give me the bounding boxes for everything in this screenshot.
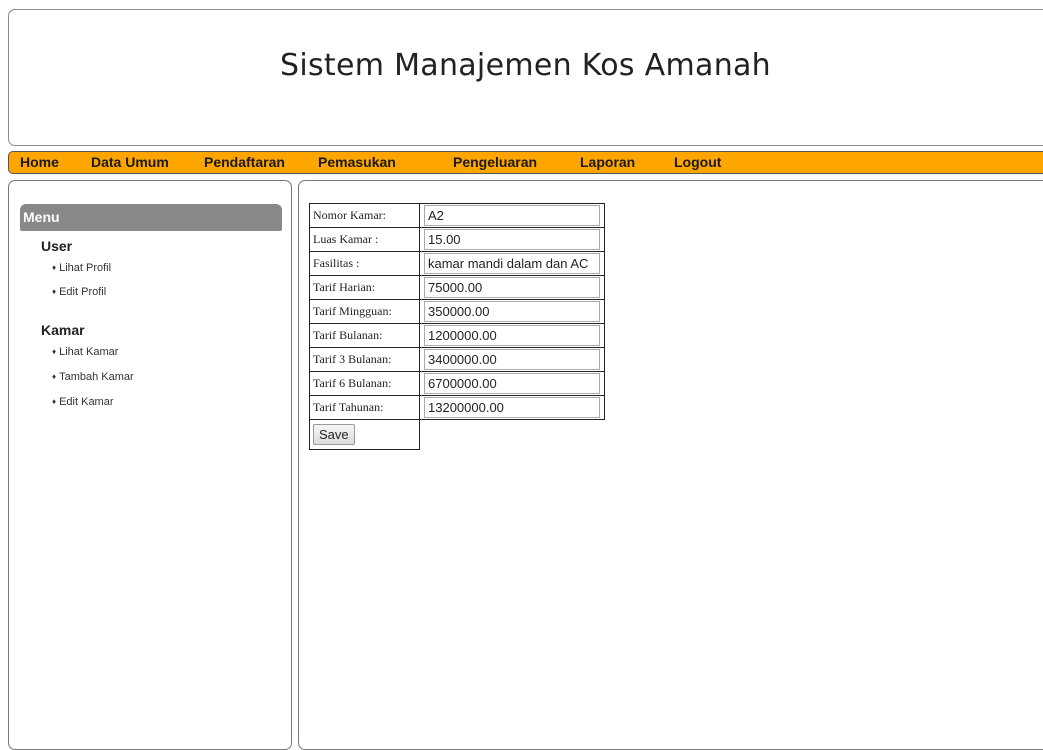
nav-pemasukan[interactable]: Pemasukan bbox=[318, 154, 396, 170]
bullet-icon: ♦ bbox=[52, 263, 57, 272]
field-label: Tarif Harian: bbox=[309, 275, 420, 300]
nomor-kamar-input[interactable] bbox=[424, 205, 600, 226]
tarif-harian-input[interactable] bbox=[424, 277, 600, 298]
nav-logout[interactable]: Logout bbox=[674, 154, 721, 170]
sidebar-item-label: Tambah Kamar bbox=[59, 371, 134, 383]
sidebar-item-lihat-kamar[interactable]: ♦ Lihat Kamar bbox=[52, 346, 118, 358]
field-label: Tarif 3 Bulanan: bbox=[309, 347, 420, 372]
sidebar-item-edit-kamar[interactable]: ♦ Edit Kamar bbox=[52, 396, 114, 408]
field-label: Tarif Tahunan: bbox=[309, 395, 420, 420]
tarif-6-bulanan-input[interactable] bbox=[424, 373, 600, 394]
field-label: Tarif Bulanan: bbox=[309, 323, 420, 348]
sidebar-group-kamar: Kamar bbox=[41, 322, 85, 338]
bullet-icon: ♦ bbox=[52, 372, 57, 381]
sidebar-item-edit-profil[interactable]: ♦ Edit Profil bbox=[52, 286, 106, 298]
tarif-tahunan-input[interactable] bbox=[424, 397, 600, 418]
tarif-mingguan-input[interactable] bbox=[424, 301, 600, 322]
form-row-tarif-bulanan: Tarif Bulanan: bbox=[309, 323, 605, 348]
nav-pengeluaran[interactable]: Pengeluaran bbox=[453, 154, 537, 170]
form-row-tarif-harian: Tarif Harian: bbox=[309, 275, 605, 300]
form-row-tarif-6-bulanan: Tarif 6 Bulanan: bbox=[309, 371, 605, 396]
tarif-3-bulanan-input[interactable] bbox=[424, 349, 600, 370]
sidebar-item-tambah-kamar[interactable]: ♦ Tambah Kamar bbox=[52, 371, 134, 383]
nav-pendaftaran[interactable]: Pendaftaran bbox=[204, 154, 285, 170]
sidebar-item-lihat-profil[interactable]: ♦ Lihat Profil bbox=[52, 262, 111, 274]
sidebar: Menu User ♦ Lihat Profil ♦ Edit Profil Kam… bbox=[8, 180, 292, 750]
field-label: Tarif 6 Bulanan: bbox=[309, 371, 420, 396]
field-label: Fasilitas : bbox=[309, 251, 420, 276]
save-button[interactable]: Save bbox=[313, 424, 355, 445]
page-title: Sistem Manajemen Kos Amanah bbox=[279, 48, 771, 83]
form-row-fasilitas: Fasilitas : bbox=[309, 251, 605, 276]
edit-kamar-form: Nomor Kamar: Luas Kamar : Fasilitas : Ta… bbox=[309, 203, 605, 450]
field-label: Tarif Mingguan: bbox=[309, 299, 420, 324]
bullet-icon: ♦ bbox=[52, 397, 57, 406]
form-row-tarif-tahunan: Tarif Tahunan: bbox=[309, 395, 605, 420]
tarif-bulanan-input[interactable] bbox=[424, 325, 600, 346]
form-row-tarif-3-bulanan: Tarif 3 Bulanan: bbox=[309, 347, 605, 372]
nav-laporan[interactable]: Laporan bbox=[580, 154, 635, 170]
sidebar-item-label: Lihat Kamar bbox=[59, 346, 119, 358]
nav-home[interactable]: Home bbox=[20, 154, 59, 170]
form-row-luas-kamar: Luas Kamar : bbox=[309, 227, 605, 252]
page-header: Sistem Manajemen Kos Amanah bbox=[8, 9, 1043, 146]
form-row-save: Save bbox=[309, 419, 605, 450]
sidebar-group-user: User bbox=[41, 238, 73, 254]
bullet-icon: ♦ bbox=[52, 347, 57, 356]
bullet-icon: ♦ bbox=[52, 287, 57, 296]
nav-data-umum[interactable]: Data Umum bbox=[91, 154, 169, 170]
field-label: Nomor Kamar: bbox=[309, 203, 420, 228]
form-row-tarif-mingguan: Tarif Mingguan: bbox=[309, 299, 605, 324]
luas-kamar-input[interactable] bbox=[424, 229, 600, 250]
sidebar-menu-title: Menu bbox=[20, 204, 282, 231]
fasilitas-input[interactable] bbox=[424, 253, 600, 274]
field-label: Luas Kamar : bbox=[309, 227, 420, 252]
sidebar-item-label: Edit Kamar bbox=[59, 396, 114, 408]
main-navbar: Home Data Umum Pendaftaran Pemasukan Pen… bbox=[8, 151, 1043, 174]
sidebar-item-label: Edit Profil bbox=[59, 286, 107, 298]
sidebar-item-label: Lihat Profil bbox=[59, 262, 112, 274]
main-content: Nomor Kamar: Luas Kamar : Fasilitas : Ta… bbox=[298, 180, 1043, 750]
form-row-nomor-kamar: Nomor Kamar: bbox=[309, 203, 605, 228]
